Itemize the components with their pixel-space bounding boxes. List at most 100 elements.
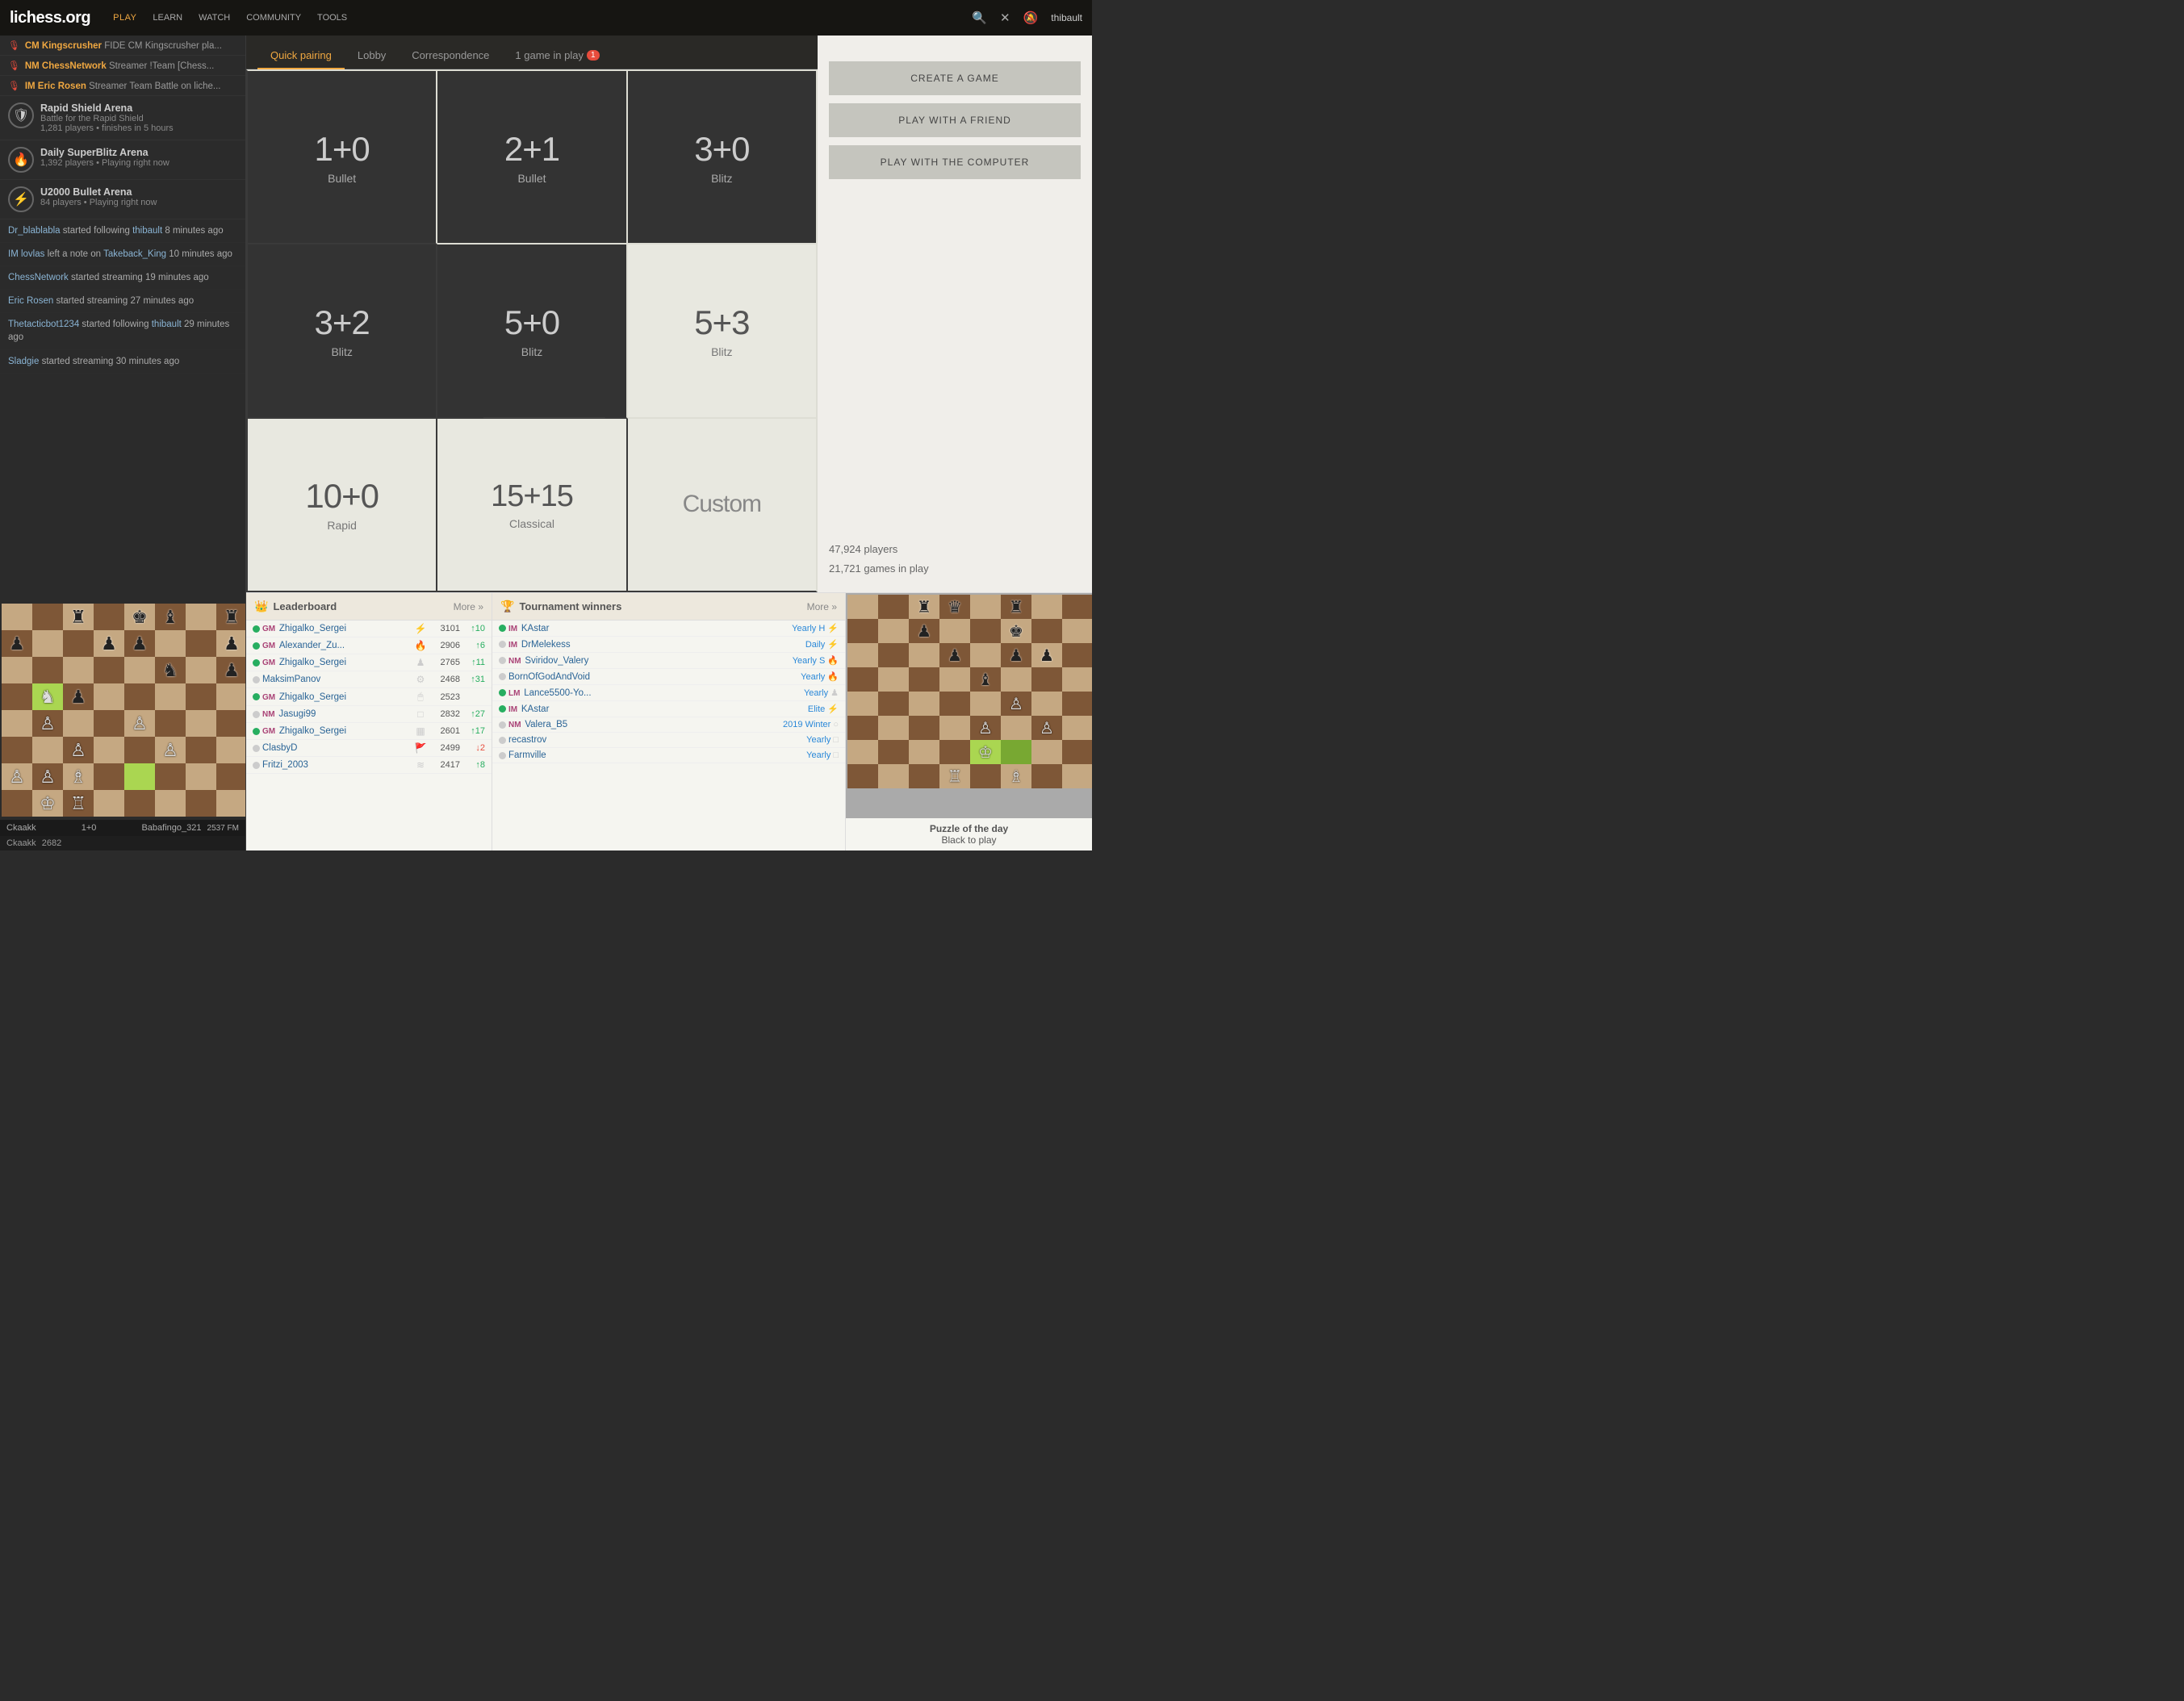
leaderboard-row[interactable]: NM Jasugi99□2832↑27 [246, 706, 492, 723]
activity-user-4[interactable]: Thetacticbot1234 [8, 320, 79, 329]
activity-link-1[interactable]: Takeback_King [103, 249, 166, 259]
center-right: Quick pairing Lobby Correspondence 1 gam… [246, 36, 1092, 850]
board-info-bar: Ckaakk 1+0 Babafingo_321 2537 FM [0, 820, 245, 836]
logo[interactable]: lichess.org [10, 9, 90, 27]
game-cell-bullet1[interactable]: 1+0 Bullet [248, 71, 436, 243]
puzzle-info: Puzzle of the day Black to play [846, 818, 1092, 850]
game-cell-rapid[interactable]: 10+0 Rapid [248, 419, 436, 591]
nav-watch[interactable]: WATCH [199, 13, 230, 23]
activity-user-5[interactable]: Sladgie [8, 357, 39, 366]
tab-game-in-play[interactable]: 1 game in play 1 [502, 43, 612, 69]
arena-item-0[interactable]: 🛡 Rapid Shield Arena Battle for the Rapi… [0, 96, 245, 140]
activity-link-4[interactable]: thibault [152, 320, 182, 329]
nav-tools[interactable]: TOOLS [317, 13, 347, 23]
game-cell-classical[interactable]: 15+15 Classical [437, 419, 625, 591]
arena-item-1[interactable]: 🔥 Daily SuperBlitz Arena 1,392 players •… [0, 140, 245, 180]
search-icon[interactable]: 🔍 [972, 10, 987, 25]
tournament-row[interactable]: BornOfGodAndVoidYearly 🔥 [492, 669, 845, 685]
tournament-panel: 🏆 Tournament winners More » IM KAstarYea… [492, 593, 846, 850]
leaderboard-rows: GM Zhigalko_Sergei⚡3101↑10GM Alexander_Z… [246, 621, 492, 774]
tournament-more[interactable]: More » [807, 601, 837, 612]
streamer-desc-1: Streamer !Team [Chess... [109, 61, 214, 71]
variant-6: Blitz [711, 345, 732, 358]
tab-quick-pairing[interactable]: Quick pairing [257, 43, 345, 69]
streamer-item-1[interactable]: 🎙 NM ChessNetwork Streamer !Team [Chess.… [0, 56, 245, 76]
leaderboard-row[interactable]: GM Alexander_Zu...🔥2906↑6 [246, 637, 492, 654]
activity-user-0[interactable]: Dr_blablabla [8, 226, 61, 236]
bell-icon[interactable]: 🔕 [1023, 10, 1039, 25]
leaderboard-row[interactable]: GM Zhigalko_Sergei🖱2523 [246, 688, 492, 706]
nav-learn[interactable]: LEARN [153, 13, 182, 23]
main-layout: 🎙 CM Kingscrusher FIDE CM Kingscrusher p… [0, 36, 1092, 850]
tab-correspondence[interactable]: Correspondence [399, 43, 502, 69]
players-count: 47,924 players [829, 540, 1081, 560]
play-with-friend-button[interactable]: PLAY WITH A FRIEND [829, 103, 1081, 137]
game-cell-blitz1[interactable]: 3+0 Blitz [628, 71, 816, 243]
game-cell-blitz2[interactable]: 3+2 Blitz [248, 244, 436, 416]
streamer-name-2: IM Eric Rosen [25, 81, 86, 91]
tournament-row[interactable]: NM Sviridov_ValeryYearly S 🔥 [492, 653, 845, 669]
board-name-bar: Ckaakk 2682 [0, 836, 245, 850]
time-control-7: 10+0 [305, 477, 379, 516]
tournament-row[interactable]: NM Valera_B52019 Winter ○ [492, 717, 845, 733]
stream-icon-0: 🎙 [8, 41, 20, 51]
time-control-4: 3+2 [315, 303, 370, 342]
activity-user-2[interactable]: ChessNetwork [8, 273, 69, 282]
tab-lobby[interactable]: Lobby [345, 43, 399, 69]
bottom-section: 👑 Leaderboard More » GM Zhigalko_Sergei⚡… [246, 592, 1092, 850]
activity-item-0: Dr_blablabla started following thibault … [0, 219, 245, 243]
activity-user-3[interactable]: Eric Rosen [8, 296, 53, 306]
game-grid-wrapper: ♞ 1+0 Bullet 2+1 Bul [246, 69, 818, 592]
streamer-name-0: CM Kingscrusher [25, 41, 102, 51]
white-player-rating: 2537 FM [207, 824, 239, 833]
leaderboard-row[interactable]: Fritzi_2003≋2417↑8 [246, 757, 492, 774]
arena-info-1: Daily SuperBlitz Arena 1,392 players • P… [40, 147, 169, 168]
game-in-play-badge: 1 [587, 50, 600, 61]
variant-7: Rapid [327, 519, 357, 532]
nav-play[interactable]: PLAY [113, 13, 136, 23]
time-control-6: 5+3 [694, 303, 749, 342]
leaderboard-more[interactable]: More » [454, 601, 483, 612]
arena-item-2[interactable]: ⚡ U2000 Bullet Arena 84 players • Playin… [0, 180, 245, 219]
tournament-row[interactable]: IM KAstarYearly H ⚡ [492, 621, 845, 637]
time-control-1: 1+0 [315, 130, 370, 169]
time-control-3: 3+0 [694, 130, 749, 169]
tournament-row[interactable]: FarmvilleYearly □ [492, 748, 845, 763]
time-control-8: 15+15 [491, 479, 573, 514]
puzzle-board[interactable]: ♜♛♜♟♚♟♟♟♝♙♙♙♔♖♗ [846, 593, 1092, 818]
variant-3: Blitz [711, 172, 732, 185]
close-icon[interactable]: ✕ [1000, 10, 1010, 25]
board-grid [2, 604, 246, 817]
streamer-item-2[interactable]: 🎙 IM Eric Rosen Streamer Team Battle on … [0, 76, 245, 96]
leaderboard-row[interactable]: ClasbyD🚩2499↓2 [246, 740, 492, 757]
leaderboard-row[interactable]: GM Zhigalko_Sergei▦2601↑17 [246, 723, 492, 740]
variant-5: Blitz [521, 345, 542, 358]
create-game-button[interactable]: CREATE A GAME [829, 61, 1081, 95]
user-label[interactable]: thibault [1051, 12, 1082, 23]
game-cell-blitz3[interactable]: 5+0 Blitz [437, 244, 625, 416]
tournament-row[interactable]: LM Lance5500-Yo...Yearly ♟ [492, 685, 845, 701]
game-cell-blitz4[interactable]: 5+3 Blitz [628, 244, 816, 416]
leaderboard-row[interactable]: GM Zhigalko_Sergei⚡3101↑10 [246, 621, 492, 637]
activity-user-1[interactable]: IM lovlas [8, 249, 44, 259]
activity-link-0[interactable]: thibault [132, 226, 162, 236]
leaderboard-row[interactable]: MaksimPanov⚙2468↑31 [246, 671, 492, 688]
arena-icon-2: ⚡ [8, 186, 34, 212]
stream-icon-1: 🎙 [8, 61, 20, 71]
nav-community[interactable]: COMMUNITY [246, 13, 301, 23]
variant-8: Classical [509, 517, 554, 530]
time-control-9: Custom [683, 491, 761, 518]
activity-item-4: Thetacticbot1234 started following thiba… [0, 313, 245, 349]
tournament-rows: IM KAstarYearly H ⚡IM DrMelekessDaily ⚡N… [492, 621, 845, 763]
play-computer-button[interactable]: PLAY WITH THE COMPUTER [829, 145, 1081, 179]
game-cell-custom[interactable]: Custom [628, 419, 816, 591]
game-cell-bullet2[interactable]: 2+1 Bullet [437, 71, 625, 243]
leaderboard-row[interactable]: GM Zhigalko_Sergei♟2765↑11 [246, 654, 492, 671]
tournament-row[interactable]: IM KAstarElite ⚡ [492, 701, 845, 717]
streamer-desc-0: FIDE CM Kingscrusher pla... [104, 41, 222, 51]
tournament-row[interactable]: IM DrMelekessDaily ⚡ [492, 637, 845, 653]
tournament-row[interactable]: recastrovYearly □ [492, 733, 845, 748]
time-control-2: 2+1 [504, 130, 559, 169]
arena-info-0: Rapid Shield Arena Battle for the Rapid … [40, 102, 174, 133]
streamer-item-0[interactable]: 🎙 CM Kingscrusher FIDE CM Kingscrusher p… [0, 36, 245, 56]
